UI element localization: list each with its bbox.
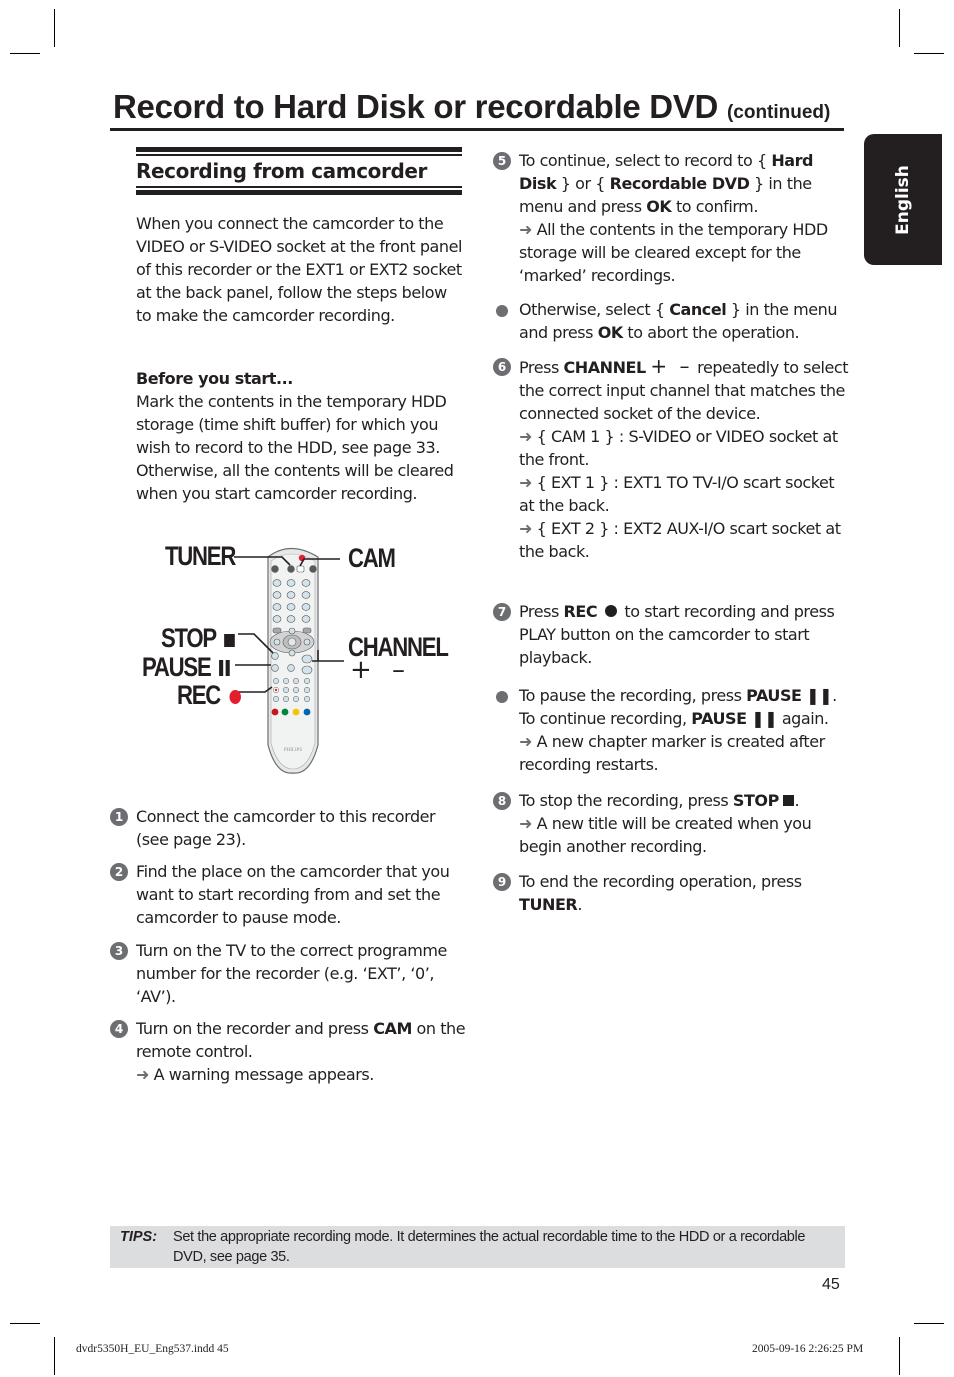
stop-icon (783, 795, 795, 806)
tips-text: Set the appropriate recording mode. It d… (173, 1229, 806, 1265)
page-title: Record to Hard Disk or recordable DVD (c… (113, 88, 830, 126)
crop-mark (10, 1323, 40, 1324)
crop-mark (899, 1337, 900, 1375)
callout-stop: STOP (161, 623, 235, 654)
pause-icon: ❚❚ (751, 709, 778, 728)
language-tab-label: English (893, 164, 913, 235)
bullet-icon (496, 305, 508, 317)
step-result: { CAM 1 } : S-VIDEO or VIDEO socket at t… (519, 427, 838, 469)
step-7: 7 Press REC to start recording and press… (493, 600, 853, 669)
callout-stop-label: STOP (161, 623, 217, 653)
remote-control-figure: PHILIPS TUNER CAM STOP PAUSE REC CHANNEL… (130, 535, 460, 780)
callout-tuner: TUNER (165, 541, 236, 571)
step-9: 9 To end the recording operation, press … (493, 870, 853, 916)
before-text: Mark the contents in the temporary HDD s… (136, 392, 454, 503)
section-title: Recording from camcorder (136, 159, 428, 183)
step-6: 6 Press CHANNEL + – repeatedly to select… (493, 355, 853, 563)
page-number: 45 (822, 1276, 840, 1293)
step-number: 6 (493, 358, 511, 376)
footer-file: dvdr5350H_EU_Eng537.indd 45 (76, 1343, 229, 1355)
section-heading: Recording from camcorder (136, 147, 462, 195)
brand-logo: PHILIPS (284, 748, 303, 753)
callout-channel-signs: + – (350, 655, 412, 685)
callout-cam: CAM (348, 543, 396, 573)
crop-mark (54, 1337, 55, 1375)
stop-key (271, 652, 279, 660)
step-3: 3 Turn on the TV to the correct programm… (110, 939, 470, 1008)
page-title-suffix: (continued) (726, 102, 831, 123)
callout-pause-label: PAUSE (142, 652, 212, 682)
footer-timestamp: 2005-09-16 2:26:25 PM (752, 1343, 864, 1355)
key-cam: CAM (373, 1019, 412, 1038)
heading-rule (136, 186, 462, 188)
callout-rec: REC (177, 680, 241, 711)
before-you-start: Before you start... Mark the contents in… (136, 367, 466, 505)
before-heading: Before you start... (136, 369, 293, 388)
bullet-pause: To pause the recording, press PAUSE ❚❚. … (493, 684, 853, 776)
step-result: A new chapter marker is created after re… (519, 732, 825, 774)
step-number: 8 (493, 792, 511, 810)
blue-key (303, 708, 311, 716)
step-number: 3 (110, 942, 128, 960)
pause-key (271, 664, 279, 672)
pause-icon: ❚❚ (806, 686, 833, 705)
heading-rule (136, 190, 462, 195)
step-number: 5 (493, 152, 511, 170)
intro-paragraph: When you connect the camcorder to the VI… (136, 214, 462, 325)
arrow-icon: ➜ (519, 814, 532, 833)
stop-icon (223, 634, 235, 647)
page-title-text: Record to Hard Disk or recordable DVD (113, 88, 719, 125)
power-button (298, 554, 306, 562)
step-number: 1 (110, 808, 128, 826)
rec-key (274, 688, 278, 692)
crop-mark (914, 53, 944, 54)
arrow-icon: ➜ (519, 732, 532, 751)
channel-plus-minus-icon: + – (650, 354, 693, 378)
language-tab: English (864, 134, 942, 265)
crop-mark (10, 53, 40, 54)
step-result: A new title will be created when you beg… (519, 814, 812, 856)
step-number: 9 (493, 873, 511, 891)
step-4: 4 Turn on the recorder and press CAM on … (110, 1017, 470, 1086)
crop-mark (914, 1323, 944, 1324)
step-1: 1 Connect the camcorder to this recorder… (110, 805, 470, 851)
heading-rule (136, 147, 462, 152)
step-number: 7 (493, 603, 511, 621)
green-key (281, 708, 289, 716)
step-2: 2 Find the place on the camcorder that y… (110, 860, 470, 929)
step-text: Turn on the TV to the correct programme … (136, 941, 447, 1006)
step-8: 8 To stop the recording, press STOP . ➜ … (493, 789, 853, 858)
channel-keys (301, 654, 313, 664)
step-number: 2 (110, 863, 128, 881)
pause-icon (218, 660, 223, 676)
step-5: 5 To continue, select to record to { Har… (493, 149, 853, 287)
bullet-cancel: Otherwise, select { Cancel } in the menu… (493, 298, 853, 344)
callout-pause: PAUSE (142, 652, 230, 683)
step-result: All the contents in the temporary HDD st… (519, 220, 828, 285)
red-key (271, 708, 279, 716)
step-result: A warning message appears. (153, 1065, 375, 1084)
step-text: Connect the camcorder to this recorder (… (136, 807, 436, 849)
rec-icon (604, 605, 617, 617)
arrow-icon: ➜ (519, 519, 532, 538)
crop-mark (899, 9, 900, 47)
yellow-key (292, 708, 300, 716)
tips-label: TIPS: (120, 1229, 158, 1245)
bullet-icon (496, 691, 508, 703)
step-text: Find the place on the camcorder that you… (136, 862, 450, 927)
arrow-icon: ➜ (519, 473, 532, 492)
step-result: { EXT 1 } : EXT1 TO TV-I/O scart socket … (519, 473, 835, 515)
step-result: { EXT 2 } : EXT2 AUX-I/O scart socket at… (519, 519, 841, 561)
crop-mark (54, 9, 55, 47)
callout-rec-label: REC (177, 680, 221, 710)
title-rule (110, 128, 844, 131)
arrow-icon: ➜ (519, 220, 532, 239)
tips-box: TIPS: Set the appropriate recording mode… (110, 1226, 845, 1268)
step-number: 4 (110, 1020, 128, 1038)
arrow-icon: ➜ (136, 1065, 149, 1084)
rec-icon (229, 690, 241, 704)
arrow-icon: ➜ (519, 427, 532, 446)
